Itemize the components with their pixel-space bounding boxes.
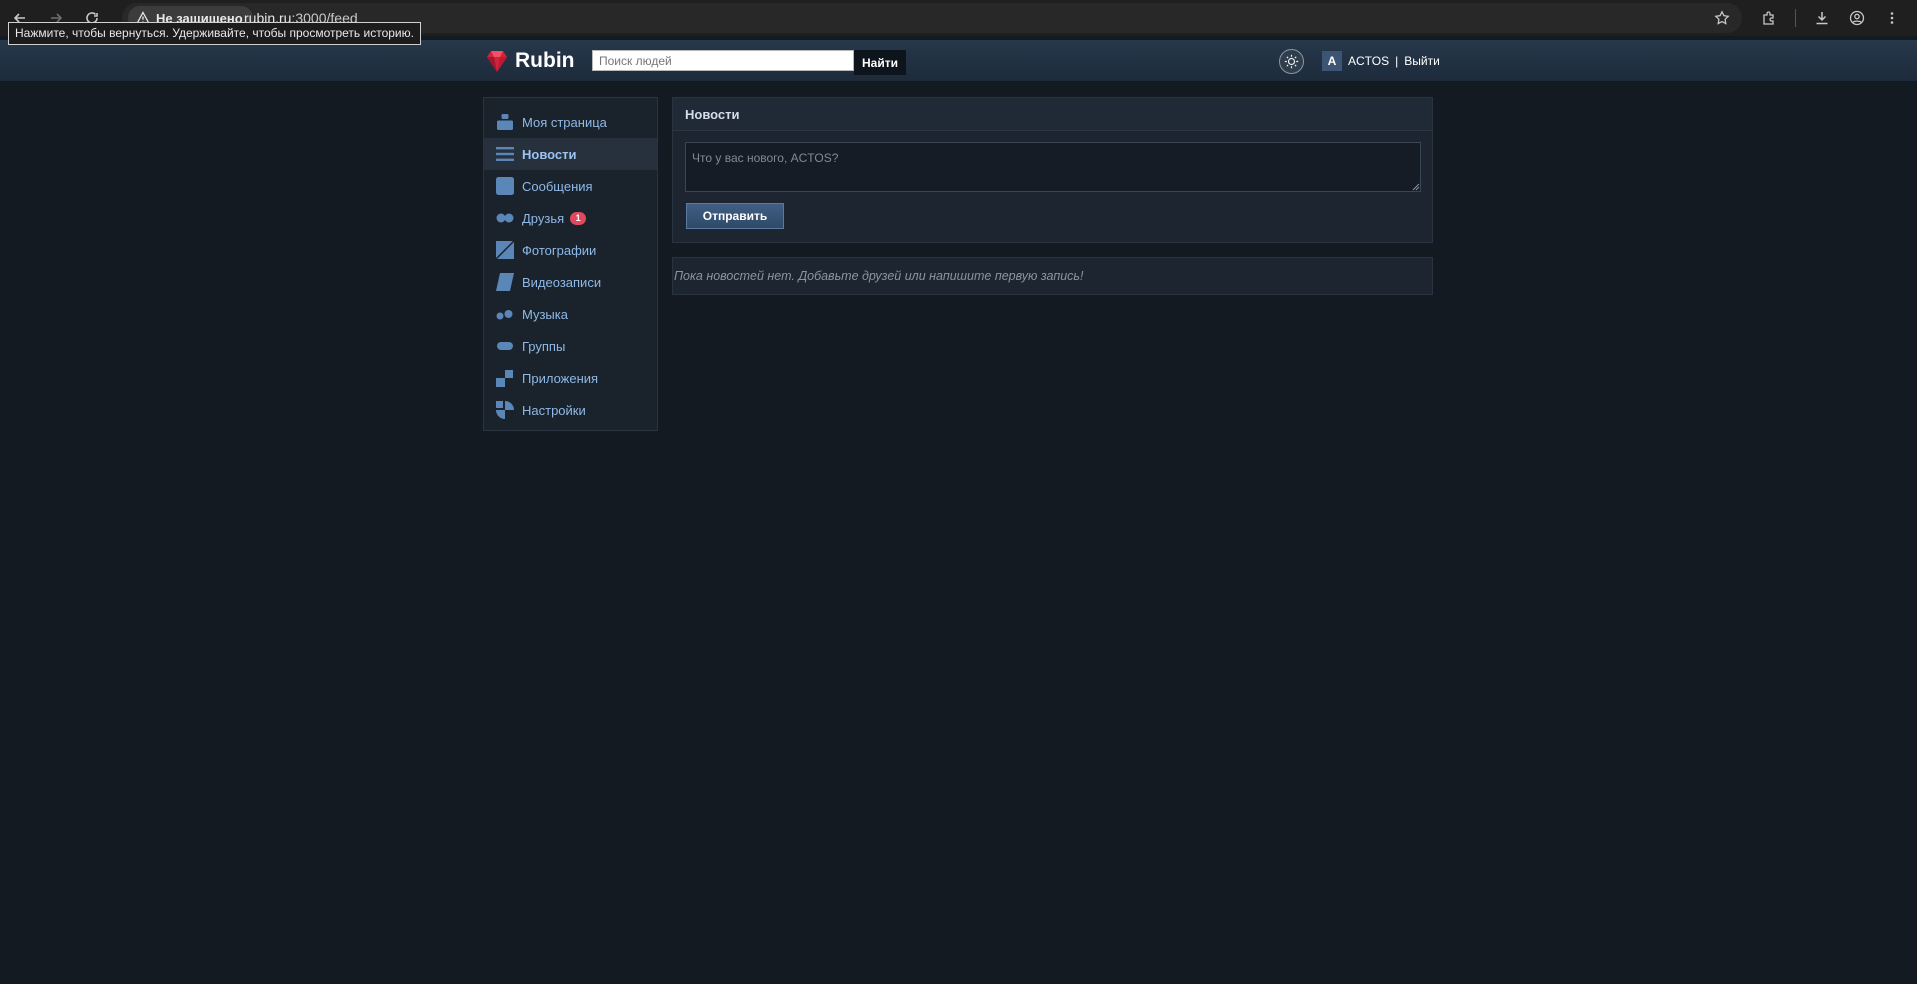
- sidebar-item-my-page[interactable]: Моя страница: [484, 106, 657, 138]
- kebab-menu-icon: [1890, 12, 1894, 24]
- site-logo[interactable]: Rubin: [486, 49, 574, 73]
- extensions-button[interactable]: [1757, 6, 1781, 30]
- extensions-icon: [1763, 11, 1774, 25]
- submit-post-button[interactable]: Отправить: [686, 203, 784, 229]
- sidebar-item-label: Видеозаписи: [522, 274, 602, 290]
- news-panel: Новости Отправить: [672, 97, 1433, 243]
- browser-menu-button[interactable]: [1880, 6, 1904, 30]
- profile-button[interactable]: [1845, 6, 1869, 30]
- toolbar-separator: [1795, 9, 1796, 27]
- downloads-button[interactable]: [1810, 6, 1834, 30]
- sidebar-item-label: Приложения: [522, 370, 599, 386]
- sidebar-item-photos[interactable]: Фотографии: [484, 234, 657, 266]
- sun-icon: [1284, 54, 1299, 69]
- user-name-link[interactable]: ACTOS: [1348, 54, 1389, 68]
- user-menu-separator: |: [1395, 54, 1399, 68]
- avatar[interactable]: A: [1322, 51, 1342, 71]
- sidebar-item-label: Фотографии: [522, 242, 597, 258]
- logout-link[interactable]: Выйти: [1404, 54, 1440, 68]
- post-composer-input[interactable]: [685, 142, 1421, 192]
- videos-icon: [496, 273, 514, 291]
- sidebar-item-groups[interactable]: Группы: [484, 330, 657, 362]
- back-button-tooltip: Нажмите, чтобы вернуться. Удерживайте, ч…: [8, 22, 421, 45]
- photos-icon: [496, 241, 514, 259]
- sidebar-item-label: Сообщения: [522, 178, 593, 194]
- sidebar-item-label: Настройки: [522, 402, 586, 418]
- friends-request-badge: 1: [570, 211, 587, 225]
- sidebar-item-music[interactable]: Музыка: [484, 298, 657, 330]
- sidebar-item-apps[interactable]: Приложения: [484, 362, 657, 394]
- sidebar-item-videos[interactable]: Видеозаписи: [484, 266, 657, 298]
- sidebar-menu: Моя страница Новости Сообщения Друзья 1 …: [483, 97, 658, 431]
- news-panel-title: Новости: [673, 98, 1432, 131]
- sidebar-item-label: Моя страница: [522, 114, 607, 130]
- sidebar-item-label: Музыка: [522, 306, 568, 322]
- sidebar-item-label: Друзья: [522, 210, 565, 226]
- star-icon: [1714, 10, 1730, 25]
- sidebar-item-friends[interactable]: Друзья 1: [484, 202, 657, 234]
- download-icon: [1816, 12, 1828, 25]
- sidebar-item-messages[interactable]: Сообщения: [484, 170, 657, 202]
- sidebar-item-label: Группы: [522, 338, 566, 354]
- sidebar-item-news[interactable]: Новости: [484, 138, 657, 170]
- settings-icon: [496, 401, 514, 419]
- profile-icon: [497, 114, 513, 130]
- profile-icon: [1849, 10, 1865, 26]
- apps-icon: [496, 370, 513, 387]
- groups-icon: [497, 342, 513, 350]
- theme-toggle-button[interactable]: [1279, 49, 1304, 74]
- news-list-icon: [496, 147, 514, 161]
- bookmark-button[interactable]: [1710, 6, 1734, 30]
- textarea-resize-handle[interactable]: [1412, 183, 1420, 191]
- music-icon: [496, 310, 513, 320]
- friends-icon: [496, 213, 514, 223]
- user-menu: A ACTOS | Выйти: [1322, 51, 1440, 71]
- sidebar-item-label: Новости: [522, 146, 577, 162]
- ruby-gem-icon: [487, 51, 507, 72]
- site-header: Rubin Найти A ACTOS | Выйти: [0, 40, 1917, 82]
- empty-feed-message: Пока новостей нет. Добавьте друзей или н…: [672, 257, 1433, 295]
- search-button[interactable]: Найти: [854, 50, 906, 75]
- sidebar-item-settings[interactable]: Настройки: [484, 394, 657, 426]
- people-search-input[interactable]: [592, 50, 854, 71]
- logo-text: Rubin: [515, 49, 575, 72]
- messages-icon: [496, 177, 514, 195]
